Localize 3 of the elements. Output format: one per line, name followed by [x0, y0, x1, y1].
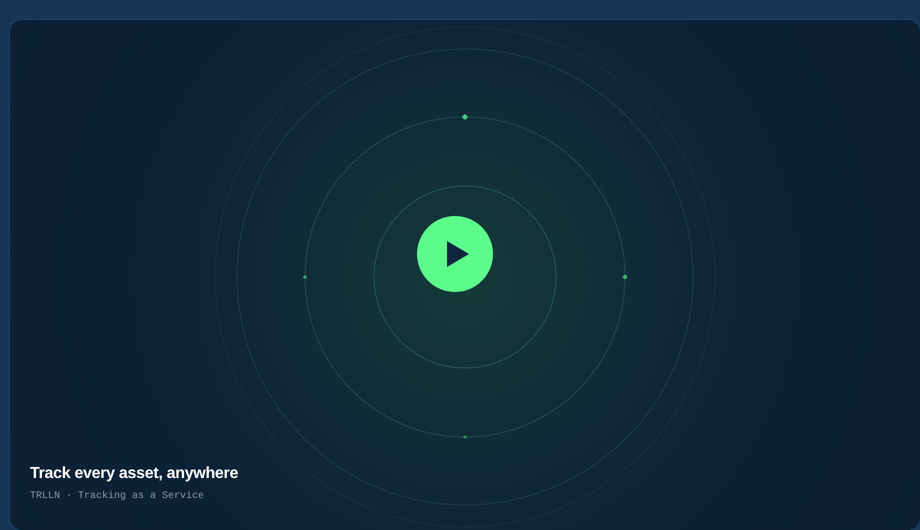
play-icon	[446, 240, 468, 266]
video-subtitle: TRLLN · Tracking as a Service	[30, 491, 206, 502]
video-title: Track every asset, anywhere	[30, 465, 240, 483]
